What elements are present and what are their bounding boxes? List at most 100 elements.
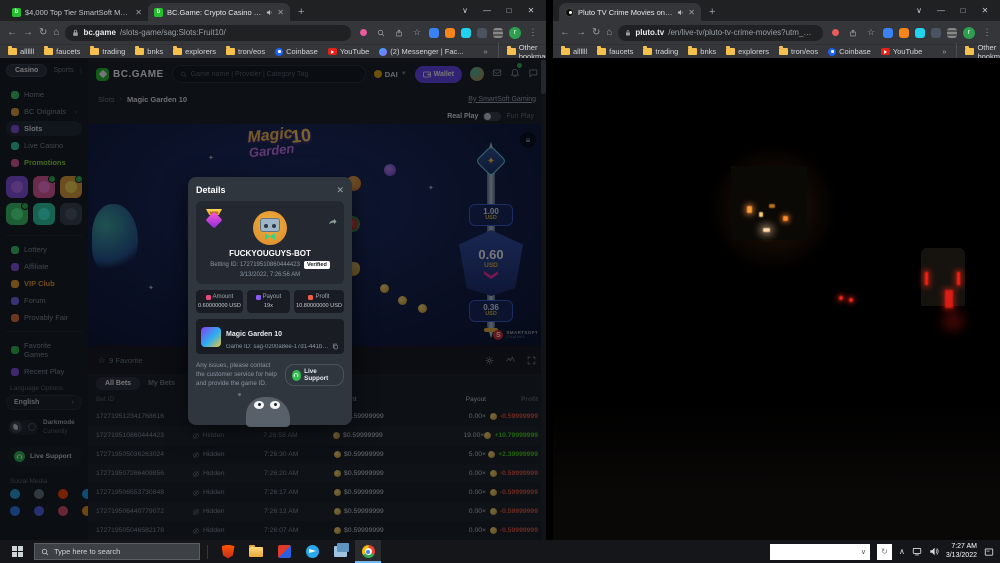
bookmark-item[interactable]: YouTube bbox=[881, 47, 922, 56]
porch-light bbox=[763, 228, 770, 232]
network-icon[interactable] bbox=[912, 547, 922, 556]
browser-tab[interactable]: b $4,000 Top Tier SmartSoft Multip ✕ bbox=[6, 3, 148, 21]
bookmark-item[interactable]: trading bbox=[90, 47, 125, 56]
taskbar-search[interactable] bbox=[34, 543, 200, 560]
metamask-icon[interactable] bbox=[899, 28, 909, 38]
url-domain: bc.game bbox=[83, 28, 115, 37]
search-icon bbox=[41, 548, 49, 556]
bookmark-item[interactable]: explorers bbox=[726, 47, 769, 56]
pluto-video-player[interactable] bbox=[553, 58, 1000, 540]
start-button[interactable] bbox=[0, 540, 34, 563]
bookmark-star-icon[interactable]: ☆ bbox=[411, 27, 423, 39]
bookmark-item[interactable]: allllll bbox=[8, 47, 34, 56]
bookmark-folder-icon bbox=[688, 48, 697, 55]
taskbar-search-box[interactable]: ∨ bbox=[770, 544, 870, 560]
bookmark-item[interactable]: trading bbox=[643, 47, 678, 56]
bookmark-star-icon[interactable]: ☆ bbox=[865, 27, 877, 39]
copy-icon[interactable] bbox=[332, 343, 339, 350]
kebab-menu-icon[interactable]: ⋮ bbox=[527, 27, 539, 39]
bookmark-item[interactable]: tron/eos bbox=[779, 47, 818, 56]
extension-icon[interactable] bbox=[461, 28, 471, 38]
chevron-down-icon[interactable]: ∨ bbox=[861, 548, 866, 556]
bookmark-item[interactable]: bnks bbox=[688, 47, 716, 56]
maximize-icon[interactable]: □ bbox=[498, 6, 520, 15]
minimize-icon[interactable]: — bbox=[476, 6, 498, 15]
home-icon[interactable]: ⌂ bbox=[53, 28, 59, 38]
extension-icon[interactable] bbox=[493, 28, 503, 38]
back-icon[interactable]: ← bbox=[7, 28, 17, 38]
forward-icon[interactable]: → bbox=[23, 28, 33, 38]
bookmark-item[interactable]: (2) Messenger | Fac... bbox=[379, 47, 463, 56]
extension-icon[interactable] bbox=[931, 28, 941, 38]
telegram-taskbar-icon[interactable] bbox=[299, 540, 325, 563]
new-tab-button[interactable]: + bbox=[298, 6, 304, 18]
brave-taskbar-icon[interactable] bbox=[215, 540, 241, 563]
browser-tab-active[interactable]: Pluto TV Crime Movies on Pl ✕ bbox=[559, 3, 701, 21]
extension-icon[interactable] bbox=[429, 28, 439, 38]
refresh-icon[interactable]: ↻ bbox=[39, 28, 47, 38]
bookmark-item[interactable]: Coinbase bbox=[828, 47, 871, 56]
password-manager-icon[interactable] bbox=[829, 27, 841, 39]
deskband-icon[interactable]: ↻ bbox=[877, 544, 892, 560]
modal-close-icon[interactable]: ✕ bbox=[336, 185, 344, 196]
action-center-icon[interactable] bbox=[984, 547, 994, 557]
maximize-icon[interactable]: □ bbox=[952, 6, 974, 15]
metamask-icon[interactable] bbox=[445, 28, 455, 38]
left-bookmarks-bar: allllll faucets trading bnks bbox=[0, 44, 546, 58]
share-icon[interactable] bbox=[328, 213, 337, 231]
bookmark-item[interactable]: explorers bbox=[173, 47, 216, 56]
tab-close-icon[interactable]: ✕ bbox=[135, 8, 142, 17]
close-icon[interactable]: ✕ bbox=[974, 6, 996, 15]
bookmark-item[interactable]: bnks bbox=[135, 47, 163, 56]
extension-icon[interactable] bbox=[947, 28, 957, 38]
reader-app-taskbar-icon[interactable] bbox=[271, 540, 297, 563]
game-info-card[interactable]: Magic Garden 10 Game ID: sag-0200a8ee-17… bbox=[196, 319, 344, 354]
tray-expand-icon[interactable]: ∧ bbox=[899, 547, 905, 556]
bookmark-item[interactable]: faucets bbox=[44, 47, 80, 56]
bookmark-item[interactable]: faucets bbox=[597, 47, 633, 56]
bookmark-label: YouTube bbox=[893, 47, 922, 56]
home-icon[interactable]: ⌂ bbox=[606, 28, 612, 38]
taskbar-search-input[interactable] bbox=[54, 547, 193, 556]
profile-avatar[interactable]: r bbox=[509, 27, 521, 39]
live-support-button[interactable]: Live Support bbox=[285, 364, 344, 386]
player-avatar[interactable] bbox=[253, 211, 287, 245]
profile-avatar[interactable]: r bbox=[963, 27, 975, 39]
kebab-menu-icon[interactable]: ⋮ bbox=[981, 27, 993, 39]
window-menu-icon[interactable]: ∨ bbox=[908, 6, 930, 15]
bookmark-item[interactable]: allllll bbox=[561, 47, 587, 56]
browser-tab-active[interactable]: b BC.Game: Crypto Casino Ga ✕ bbox=[148, 3, 290, 21]
share-icon[interactable] bbox=[847, 27, 859, 39]
new-tab-button[interactable]: + bbox=[709, 6, 715, 18]
bookmarks-overflow-icon[interactable]: » bbox=[484, 47, 488, 56]
address-bar[interactable]: bc.game/slots-game/sag:Slots:Fruit10/ bbox=[65, 25, 351, 41]
password-manager-icon[interactable] bbox=[357, 27, 369, 39]
tab-title: BC.Game: Crypto Casino Ga bbox=[167, 8, 262, 17]
tab-audio-icon[interactable] bbox=[266, 9, 273, 16]
app-taskbar-icon[interactable] bbox=[327, 540, 353, 563]
forward-icon[interactable]: → bbox=[576, 28, 586, 38]
close-icon[interactable]: ✕ bbox=[520, 6, 542, 15]
bookmark-item[interactable]: tron/eos bbox=[226, 47, 265, 56]
back-icon[interactable]: ← bbox=[560, 28, 570, 38]
refresh-icon[interactable]: ↻ bbox=[592, 28, 600, 38]
taskbar-clock[interactable]: 7:27 AM 3/13/2022 bbox=[946, 543, 977, 560]
extension-icon[interactable] bbox=[477, 28, 487, 38]
extension-icon[interactable] bbox=[883, 28, 893, 38]
tab-audio-icon[interactable] bbox=[677, 9, 684, 16]
stat-box: Profit 10.80000000 USD bbox=[294, 290, 344, 313]
bookmark-item[interactable]: Coinbase bbox=[275, 47, 318, 56]
tab-close-icon[interactable]: ✕ bbox=[277, 8, 284, 17]
chrome-taskbar-icon[interactable] bbox=[355, 540, 381, 563]
bookmark-item[interactable]: YouTube bbox=[328, 47, 369, 56]
share-icon[interactable] bbox=[393, 27, 405, 39]
bookmarks-overflow-icon[interactable]: » bbox=[942, 47, 946, 56]
tab-close-icon[interactable]: ✕ bbox=[688, 8, 695, 17]
side-search-icon[interactable] bbox=[375, 27, 387, 39]
minimize-icon[interactable]: — bbox=[930, 6, 952, 15]
extension-icon[interactable] bbox=[915, 28, 925, 38]
address-bar[interactable]: pluto.tv/en/live-tv/pluto-tv-crime-movie… bbox=[618, 25, 823, 41]
speaker-icon[interactable] bbox=[929, 547, 939, 556]
file-explorer-taskbar-icon[interactable] bbox=[243, 540, 269, 563]
window-menu-icon[interactable]: ∨ bbox=[454, 6, 476, 15]
